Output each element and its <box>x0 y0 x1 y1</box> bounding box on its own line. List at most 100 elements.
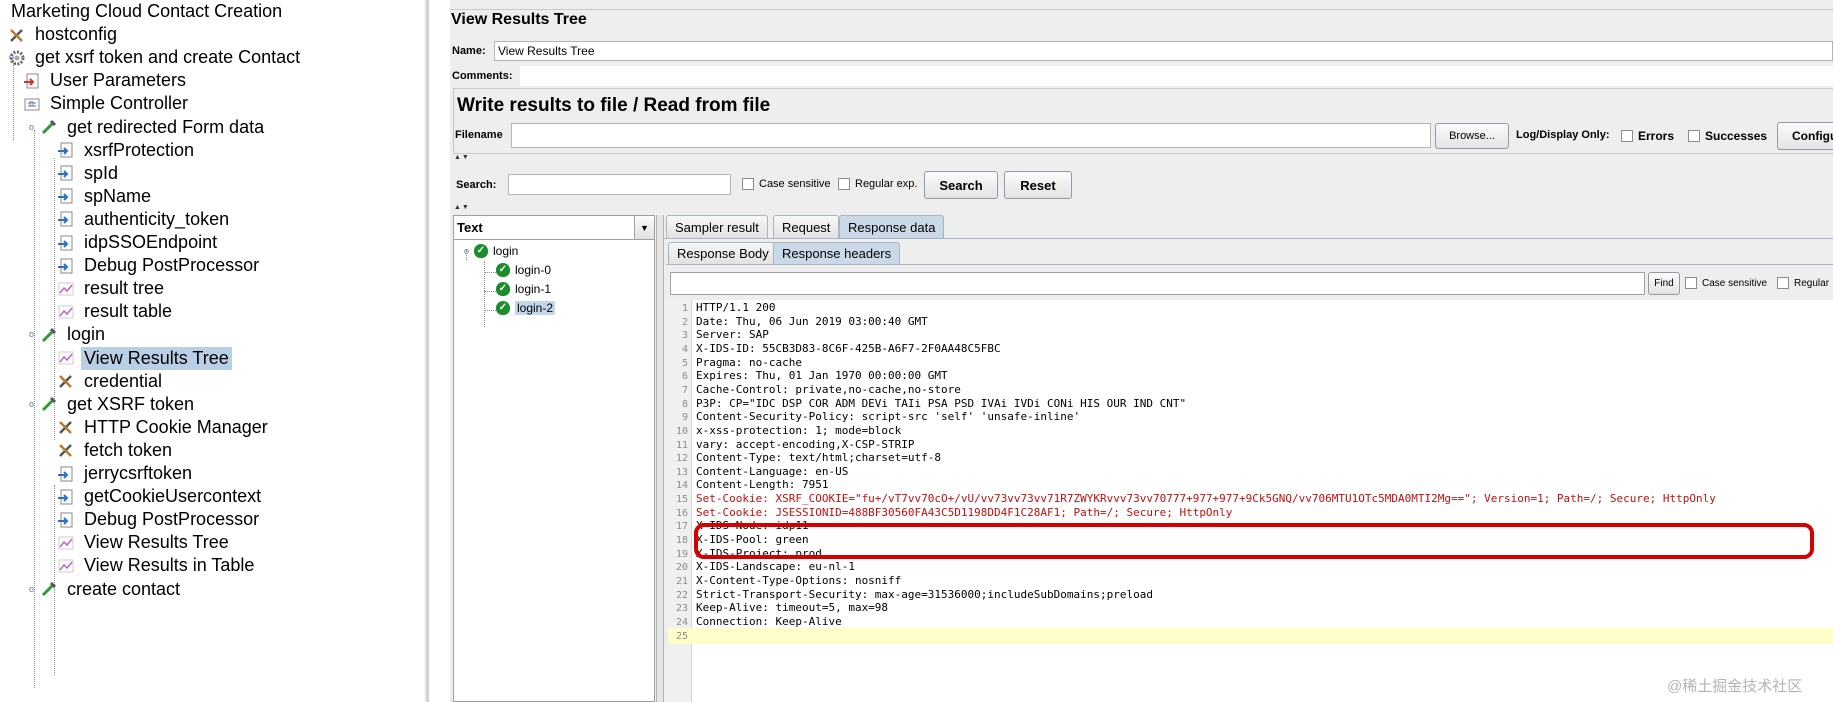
result-item[interactable]: ✓ login <box>474 242 518 259</box>
tree-item-label: result tree <box>84 278 165 299</box>
regex-checkbox[interactable]: Regular exp. <box>838 178 917 190</box>
find-case-box[interactable] <box>1685 277 1697 289</box>
tree-item-label: spId <box>84 162 119 183</box>
expand-toggle-icon[interactable]: o <box>27 99 36 108</box>
code-line-text: Pragma: no-cache <box>696 355 802 369</box>
renderer-value: Text <box>457 220 483 235</box>
extractor-icon <box>57 511 75 529</box>
tab-response-headers[interactable]: Response headers <box>773 242 901 264</box>
wrench-icon <box>57 418 75 436</box>
test-plan-tree: Marketing Cloud Contact Creation hostconf… <box>0 0 430 702</box>
pipette-icon <box>40 580 58 598</box>
collapse-arrows-1[interactable]: ▲▼ <box>454 154 470 161</box>
code-line-text: vary: accept-encoding,X-CSP-STRIP <box>696 437 915 451</box>
panel-title: View Results Tree <box>451 11 587 28</box>
result-item[interactable]: ✓ login-1 <box>496 280 551 297</box>
code-line-text: Content-Language: en-US <box>696 464 849 478</box>
expand-toggle-icon[interactable]: o <box>27 584 36 594</box>
case-sensitive-checkbox[interactable]: Case sensitive <box>742 178 831 190</box>
result-item-label: login-0 <box>515 262 552 277</box>
listener-icon <box>57 303 75 321</box>
extractor-icon <box>57 210 75 228</box>
search-input[interactable] <box>508 174 731 195</box>
code-line-text: Set-Cookie: XSRF_COOKIE="fu+/vT7vv70cO+/… <box>696 492 1716 506</box>
sample-result-tree: Text ▼ o ✓ login ✓ login-0 ✓ login-1 ✓ login… <box>453 215 655 702</box>
code-line-text: Keep-Alive: timeout=5, max=98 <box>696 601 889 615</box>
find-regex-checkbox[interactable]: Regular <box>1777 277 1829 289</box>
tree-item-label: get xsrf token and create Contact <box>35 47 301 68</box>
tab-sampler-result[interactable]: Sampler result <box>666 215 768 238</box>
tree-item-label: create contact <box>67 578 181 599</box>
success-shield-icon: ✓ <box>496 281 510 296</box>
name-field[interactable]: View Results Tree <box>494 41 1833 61</box>
tree-item-label: View Results Tree <box>84 532 229 553</box>
browse-button[interactable]: Browse... <box>1435 123 1509 149</box>
result-item-label: login-2 <box>515 300 556 315</box>
search-button[interactable]: Search <box>924 171 998 199</box>
code-line-text: Cache-Control: private,no-cache,no-store <box>696 382 961 396</box>
expand-toggle-icon[interactable]: o <box>27 399 36 409</box>
tree-item-label: get redirected Form data <box>67 116 265 137</box>
case-sensitive-box[interactable] <box>742 178 754 190</box>
regex-label: Regular exp. <box>855 178 918 190</box>
successes-label: Successes <box>1705 129 1768 143</box>
renderer-select[interactable]: Text ▼ <box>454 216 654 240</box>
result-item-selected[interactable]: ✓ login-2 <box>496 299 556 316</box>
find-input[interactable] <box>670 272 1645 295</box>
extractor-icon <box>57 141 75 159</box>
errors-label: Errors <box>1638 129 1675 143</box>
write-results-title: Write results to file / Read from file <box>457 95 771 116</box>
tree-item-label: User Parameters <box>50 70 187 91</box>
reset-button[interactable]: Reset <box>1004 171 1072 199</box>
result-item[interactable]: ✓ login-0 <box>496 261 551 278</box>
find-regex-box[interactable] <box>1777 277 1789 289</box>
results-splitter[interactable] <box>656 215 664 702</box>
find-regex-label: Regular <box>1794 277 1830 289</box>
comments-field[interactable] <box>520 66 1833 86</box>
expand-toggle-icon[interactable]: o <box>7 53 16 62</box>
find-button[interactable]: Find <box>1648 272 1680 295</box>
code-line-text: Date: Thu, 06 Jun 2019 03:00:40 GMT <box>696 314 928 328</box>
tree-item-label: Debug PostProcessor <box>84 255 260 276</box>
tree-item-label: get XSRF token <box>67 393 195 414</box>
listener-icon <box>57 349 75 367</box>
errors-checkbox-box[interactable] <box>1621 130 1633 142</box>
code-line-text: Expires: Thu, 01 Jan 1970 00:00:00 GMT <box>696 369 948 383</box>
code-line-text: Server: SAP <box>696 328 769 342</box>
response-headers-text[interactable]: 1 HTTP/1.1 200 2 Date: Thu, 06 Jun 2019 03:… <box>668 300 1833 702</box>
log-display-label: Log/Display Only: <box>1516 129 1610 141</box>
wrench-icon <box>57 372 75 390</box>
regex-box[interactable] <box>838 178 850 190</box>
listener-icon <box>57 534 75 552</box>
success-shield-icon: ✓ <box>496 262 510 277</box>
code-line-text: Strict-Transport-Security: max-age=31536… <box>696 587 1153 601</box>
view-results-tree-panel: View Results Tree Name: View Results Tre… <box>450 0 1833 702</box>
configure-button[interactable]: Configu <box>1777 122 1833 150</box>
listener-icon <box>57 280 75 298</box>
tab-request[interactable]: Request <box>773 215 840 238</box>
successes-checkbox-box[interactable] <box>1688 130 1700 142</box>
filename-input[interactable] <box>511 123 1431 148</box>
tree-item-label: fetch token <box>84 439 173 460</box>
expand-toggle-icon[interactable]: o <box>27 330 36 339</box>
extractor-icon <box>57 164 75 182</box>
extractor-icon <box>57 488 75 506</box>
successes-checkbox[interactable]: Successes <box>1688 129 1767 143</box>
tree-item-label: getCookieUsercontext <box>84 486 262 507</box>
tab-response-data[interactable]: Response data <box>839 215 945 238</box>
find-case-checkbox[interactable]: Case sensitive <box>1685 277 1767 289</box>
wrench-icon <box>8 26 26 44</box>
expand-toggle-icon[interactable]: o <box>27 122 36 132</box>
errors-checkbox[interactable]: Errors <box>1621 129 1674 143</box>
chevron-down-icon[interactable]: ▼ <box>634 216 654 239</box>
extractor-icon <box>57 257 75 275</box>
expand-toggle-icon[interactable]: o <box>462 247 471 256</box>
tab-response-body[interactable]: Response Body <box>668 242 778 264</box>
collapse-arrows-2[interactable]: ▲▼ <box>454 204 470 211</box>
tree-item-label: idpSSOEndpoint <box>84 232 218 252</box>
left-splitter[interactable] <box>424 0 430 702</box>
set-cookie-highlight-annotation <box>694 523 1814 559</box>
extractor-icon <box>57 234 75 252</box>
find-case-label: Case sensitive <box>1702 277 1768 289</box>
tree-item[interactable]: create contact <box>40 576 183 603</box>
